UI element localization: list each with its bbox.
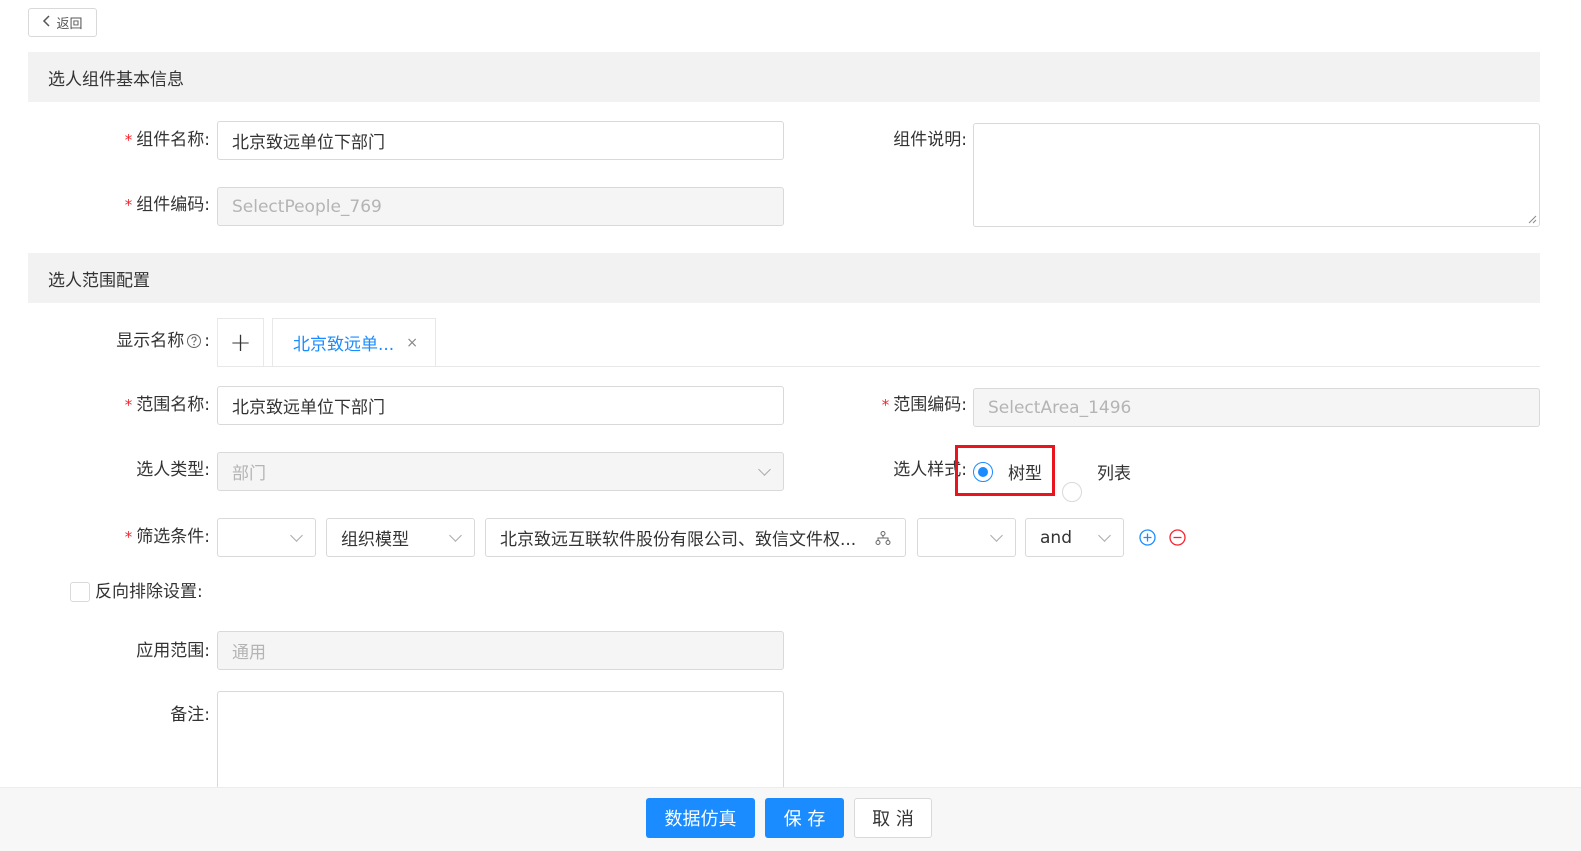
select-style-label: 选人样式: bbox=[893, 460, 967, 480]
plus-icon: + bbox=[229, 327, 252, 358]
back-label: 返回 bbox=[56, 17, 83, 32]
filter-select-1[interactable] bbox=[217, 518, 316, 557]
select-type-label: 选人类型: bbox=[136, 460, 210, 480]
scope-name-label: * 范围名称: bbox=[124, 395, 210, 415]
required-mark: * bbox=[124, 528, 133, 546]
data-simulate-button[interactable]: 数据仿真 bbox=[646, 798, 755, 838]
back-button[interactable]: 返回 bbox=[28, 8, 97, 37]
highlight-box bbox=[955, 445, 1055, 496]
remark-textarea[interactable] bbox=[217, 691, 784, 801]
component-name-label: * 组件名称: bbox=[124, 130, 210, 150]
radio-list[interactable] bbox=[1062, 482, 1082, 502]
required-mark: * bbox=[124, 396, 133, 414]
component-desc-textarea[interactable] bbox=[973, 123, 1540, 227]
filter-select-4[interactable] bbox=[917, 518, 1016, 557]
org-tree-icon[interactable] bbox=[875, 530, 891, 546]
reverse-exclude-checkbox[interactable] bbox=[70, 582, 90, 602]
component-desc-label: 组件说明: bbox=[893, 130, 967, 150]
add-tab-button[interactable]: + bbox=[217, 318, 264, 366]
cancel-button[interactable]: 取 消 bbox=[854, 798, 932, 838]
apply-range-label: 应用范围: bbox=[136, 641, 210, 661]
component-name-input[interactable]: 北京致远单位下部门 bbox=[217, 121, 784, 160]
filter-label: * 筛选条件: bbox=[124, 527, 210, 547]
resize-handle-icon[interactable] bbox=[1527, 214, 1537, 224]
remark-label: 备注: bbox=[170, 705, 210, 725]
filter-model-select[interactable]: 组织模型 bbox=[326, 518, 475, 557]
required-mark: * bbox=[881, 396, 890, 414]
section-scope-config: 选人范围配置 bbox=[28, 253, 1540, 303]
chevron-down-icon bbox=[758, 462, 771, 476]
display-name-label: 显示名称 : bbox=[116, 331, 210, 351]
reverse-exclude-label: 反向排除设置: bbox=[95, 582, 203, 602]
required-mark: * bbox=[124, 131, 133, 149]
apply-range-input: 通用 bbox=[217, 631, 784, 670]
question-circle-icon[interactable] bbox=[186, 333, 202, 349]
section-title-basic: 选人组件基本信息 bbox=[48, 69, 184, 90]
scope-code-label: * 范围编码: bbox=[881, 395, 967, 415]
tab-scope-item[interactable]: 北京致远单... × bbox=[272, 318, 436, 367]
save-button[interactable]: 保 存 bbox=[765, 798, 844, 838]
add-condition-icon[interactable] bbox=[1139, 529, 1156, 546]
component-code-label: * 组件编码: bbox=[124, 195, 210, 215]
remove-condition-icon[interactable] bbox=[1169, 529, 1186, 546]
scope-name-input[interactable]: 北京致远单位下部门 bbox=[217, 386, 784, 425]
tab-bar-divider bbox=[217, 366, 1540, 367]
close-icon[interactable]: × bbox=[406, 335, 418, 351]
filter-org-picker[interactable]: 北京致远互联软件股份有限公司、致信文件权... bbox=[485, 518, 906, 557]
component-code-input: SelectPeople_769 bbox=[217, 187, 784, 226]
required-mark: * bbox=[124, 196, 133, 214]
section-title-scope: 选人范围配置 bbox=[48, 270, 150, 291]
chevron-down-icon bbox=[449, 528, 462, 542]
chevron-down-icon bbox=[1098, 528, 1111, 542]
chevron-left-icon bbox=[42, 14, 52, 31]
scope-code-input: SelectArea_1496 bbox=[973, 388, 1540, 427]
select-type-dropdown: 部门 bbox=[217, 452, 784, 491]
section-basic-info: 选人组件基本信息 bbox=[28, 52, 1540, 102]
chevron-down-icon bbox=[990, 528, 1003, 542]
radio-list-label[interactable]: 列表 bbox=[1097, 459, 1131, 484]
filter-logic-select[interactable]: and bbox=[1025, 518, 1124, 557]
chevron-down-icon bbox=[290, 528, 303, 542]
